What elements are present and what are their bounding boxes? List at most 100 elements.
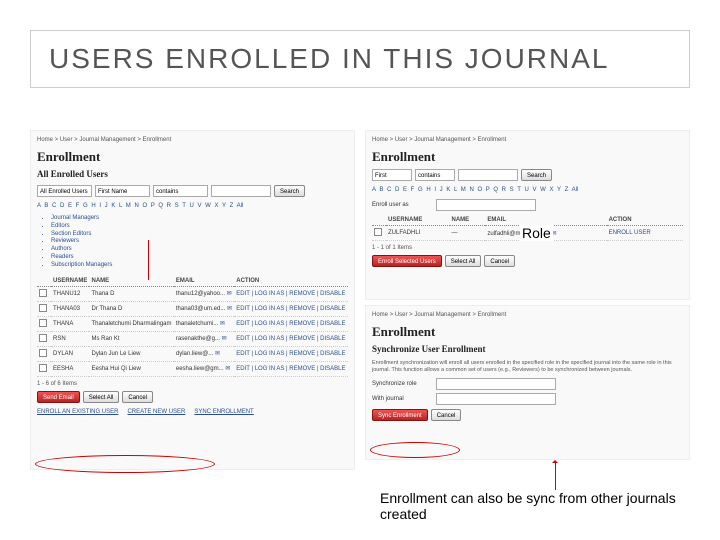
filter-input[interactable] bbox=[458, 169, 518, 181]
table-row: RSN Ms Ran Kt rasenakthe@g... ✉ EDIT | L… bbox=[37, 331, 348, 346]
role-item[interactable]: Subscription Managers bbox=[51, 262, 348, 270]
role-item[interactable]: Journal Managers bbox=[51, 215, 348, 223]
sub-heading: All Enrolled Users bbox=[37, 169, 348, 179]
checkbox[interactable] bbox=[39, 304, 47, 312]
cell-username: ZULFADHLI bbox=[386, 226, 450, 241]
cell-username: DYLAN bbox=[51, 346, 89, 361]
sync-actions: Sync Enrollment Cancel bbox=[372, 409, 683, 421]
search-button[interactable]: Search bbox=[274, 185, 305, 197]
role-annotation: Role bbox=[520, 225, 553, 241]
annotation-arrow-icon bbox=[555, 462, 556, 490]
send-email-button[interactable]: Send Email bbox=[37, 391, 80, 403]
th-action: ACTION bbox=[607, 215, 683, 226]
sync-button[interactable]: Sync Enrollment bbox=[372, 409, 428, 421]
enroll-links: ENROLL AN EXISTING USER CREATE NEW USER … bbox=[37, 409, 348, 415]
slide-title-box: USERS ENROLLED IN THIS JOURNAL bbox=[30, 30, 690, 88]
cell-action[interactable]: EDIT | LOG IN AS | REMOVE | DISABLE bbox=[234, 286, 348, 301]
cancel-button[interactable]: Cancel bbox=[484, 255, 515, 267]
cell-action[interactable]: EDIT | LOG IN AS | REMOVE | DISABLE bbox=[234, 301, 348, 316]
th-email: EMAIL bbox=[485, 215, 606, 226]
filter-input[interactable] bbox=[211, 185, 271, 197]
annotation-oval-icon bbox=[370, 442, 460, 458]
cell-email: rasenakthe@g... ✉ bbox=[174, 331, 234, 346]
enroll-as-label: Enroll user as bbox=[372, 202, 432, 208]
cancel-button[interactable]: Cancel bbox=[122, 391, 153, 403]
cell-name: Dr Thana D bbox=[89, 301, 173, 316]
cell-username: THANA03 bbox=[51, 301, 89, 316]
breadcrumb: Home > User > Journal Management > Enrol… bbox=[37, 137, 348, 143]
enroll-selected-button[interactable]: Enroll Selected Users bbox=[372, 255, 442, 267]
filter-scope[interactable]: All Enrolled Users bbox=[37, 185, 92, 197]
cell-username: THANU12 bbox=[51, 286, 89, 301]
page-heading: Enrollment bbox=[372, 149, 683, 165]
table-row: THANA Thanaletchumi Dharmalingam thanale… bbox=[37, 316, 348, 331]
slide-title: USERS ENROLLED IN THIS JOURNAL bbox=[49, 43, 671, 75]
items-count: 1 - 1 of 1 Items bbox=[372, 245, 683, 251]
th-name: NAME bbox=[89, 276, 173, 287]
cell-action[interactable]: EDIT | LOG IN AS | REMOVE | DISABLE bbox=[234, 316, 348, 331]
enroll-as-row: Enroll user as bbox=[372, 199, 683, 211]
sync-enrollment-link[interactable]: SYNC ENROLLMENT bbox=[194, 409, 253, 415]
checkbox[interactable] bbox=[39, 364, 47, 372]
description: Enrollment synchronization will enroll a… bbox=[372, 360, 683, 374]
create-new-link[interactable]: CREATE NEW USER bbox=[127, 409, 185, 415]
filter-op[interactable]: contains bbox=[153, 185, 208, 197]
caption-text: Enrollment can also be sync from other j… bbox=[380, 490, 700, 522]
cell-username: EESHA bbox=[51, 361, 89, 376]
alpha-index[interactable]: A B C D E F G H I J K L M N O P Q R S T … bbox=[372, 187, 683, 193]
cell-username: THANA bbox=[51, 316, 89, 331]
th-username: USERNAME bbox=[386, 215, 450, 226]
filter-field[interactable]: First bbox=[372, 169, 412, 181]
cell-action[interactable]: EDIT | LOG IN AS | REMOVE | DISABLE bbox=[234, 361, 348, 376]
table-row: THANU12 Thana D thanu12@yahoo... ✉ EDIT … bbox=[37, 286, 348, 301]
role-item[interactable]: Section Editors bbox=[51, 231, 348, 239]
enroll-existing-link[interactable]: ENROLL AN EXISTING USER bbox=[37, 409, 118, 415]
sync-role-label: Synchronize role bbox=[372, 381, 432, 387]
sync-role-select[interactable] bbox=[436, 378, 556, 390]
bulk-actions: Enroll Selected Users Select All Cancel bbox=[372, 255, 683, 267]
role-item[interactable]: Editors bbox=[51, 223, 348, 231]
search-button[interactable]: Search bbox=[521, 169, 552, 181]
sync-role-row: Synchronize role bbox=[372, 378, 683, 390]
items-count: 1 - 6 of 6 Items bbox=[37, 381, 348, 387]
cell-action[interactable]: ENROLL USER bbox=[607, 226, 683, 241]
left-panel: Home > User > Journal Management > Enrol… bbox=[30, 130, 355, 470]
bulk-actions: Send Email Select All Cancel bbox=[37, 391, 348, 403]
filter-op[interactable]: contains bbox=[415, 169, 455, 181]
cell-email: dylan.liew@... ✉ bbox=[174, 346, 234, 361]
select-all-button[interactable]: Select All bbox=[445, 255, 482, 267]
cell-name: Thana D bbox=[89, 286, 173, 301]
cell-action[interactable]: EDIT | LOG IN AS | REMOVE | DISABLE bbox=[234, 331, 348, 346]
cell-username: RSN bbox=[51, 331, 89, 346]
cell-name: Thanaletchumi Dharmalingam bbox=[89, 316, 173, 331]
cell-action[interactable]: EDIT | LOG IN AS | REMOVE | DISABLE bbox=[234, 346, 348, 361]
filter-row: First contains Search bbox=[372, 169, 683, 181]
cell-name: Eesha Hui Qi Liew bbox=[89, 361, 173, 376]
role-select[interactable] bbox=[436, 199, 536, 211]
checkbox[interactable] bbox=[374, 228, 382, 236]
table-row: THANA03 Dr Thana D thana03@um.ed... ✉ ED… bbox=[37, 301, 348, 316]
sub-heading: Synchronize User Enrollment bbox=[372, 344, 683, 354]
th-name: NAME bbox=[450, 215, 486, 226]
select-all-button[interactable]: Select All bbox=[83, 391, 120, 403]
th-action: ACTION bbox=[234, 276, 348, 287]
page-heading: Enrollment bbox=[372, 324, 683, 340]
checkbox[interactable] bbox=[39, 334, 47, 342]
role-list: Journal Managers Editors Section Editors… bbox=[51, 215, 348, 270]
checkbox[interactable] bbox=[39, 349, 47, 357]
checkbox[interactable] bbox=[39, 319, 47, 327]
breadcrumb: Home > User > Journal Management > Enrol… bbox=[372, 137, 683, 143]
cell-email: eesha.liew@gm... ✉ bbox=[174, 361, 234, 376]
filter-field[interactable]: First Name bbox=[95, 185, 150, 197]
users-table: USERNAME NAME EMAIL ACTION THANU12 Thana… bbox=[37, 276, 348, 377]
alpha-index[interactable]: A B C D E F G H I J K L M N O P Q R S T … bbox=[37, 203, 348, 209]
th-email: EMAIL bbox=[174, 276, 234, 287]
annotation-oval-icon bbox=[35, 455, 215, 473]
filter-row: All Enrolled Users First Name contains S… bbox=[37, 185, 348, 197]
role-item[interactable]: Reviewers bbox=[51, 238, 348, 246]
role-item[interactable]: Readers bbox=[51, 254, 348, 262]
checkbox[interactable] bbox=[39, 289, 47, 297]
with-journal-select[interactable] bbox=[436, 393, 556, 405]
cancel-button[interactable]: Cancel bbox=[431, 409, 462, 421]
role-item[interactable]: Authors bbox=[51, 246, 348, 254]
